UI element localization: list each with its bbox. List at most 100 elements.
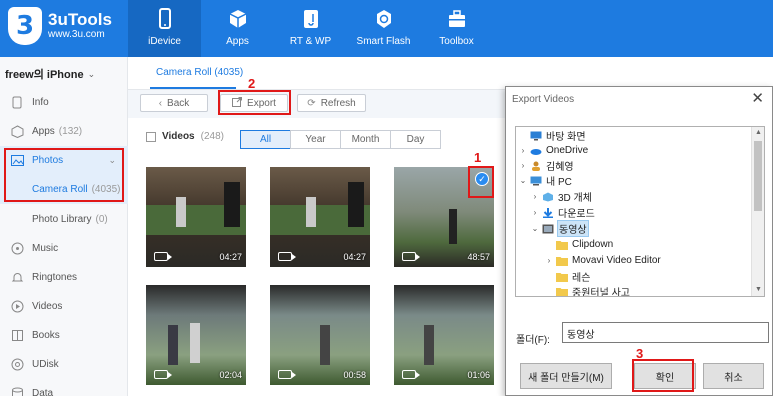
annotation-box-photos — [4, 148, 124, 202]
tree-item-label: OneDrive — [546, 145, 589, 156]
tree-item-downloads[interactable]: › 다운로드 — [530, 205, 595, 220]
chevron-down-icon: ⌄ — [87, 68, 96, 79]
sidebar-item-photo-library[interactable]: Photo Library (0) — [0, 205, 128, 233]
annotation-box-ok — [632, 359, 694, 392]
annotation-box-export — [218, 90, 291, 115]
cube-folder-icon — [543, 192, 553, 201]
nav-rt-wp-label: RT & WP — [289, 36, 332, 47]
folder-icon — [556, 272, 568, 282]
cloud-icon — [530, 148, 542, 155]
refresh-icon — [376, 10, 391, 28]
video-thumbnail[interactable]: 04:27 — [270, 167, 370, 267]
sidebar-item-info[interactable]: Info — [0, 88, 128, 116]
folder-tree: 바탕 화면 › OneDrive › 김혜영 ⌄ 내 PC › 3D 개체 › … — [515, 126, 765, 297]
nav-rt-wp[interactable]: RT & WP — [274, 0, 347, 57]
sidebar-item-label: Info — [32, 96, 49, 108]
video-thumbnail[interactable]: 00:58 — [270, 285, 370, 385]
sidebar-item-label: Photo Library — [32, 213, 92, 225]
sidebar-item-music[interactable]: Music — [0, 234, 128, 262]
new-folder-button[interactable]: 새 폴더 만들기(M) — [520, 363, 612, 389]
sidebar-item-ringtones[interactable]: Ringtones — [0, 263, 128, 291]
folder-name-input[interactable]: 동영상 — [562, 322, 769, 343]
segment-year[interactable]: Year — [290, 130, 341, 149]
nav-smart-flash-label: Smart Flash — [356, 36, 411, 47]
select-all-checkbox[interactable] — [146, 131, 156, 142]
tab-camera-roll[interactable]: Camera Roll (4035) — [156, 67, 243, 78]
tree-item-desktop[interactable]: 바탕 화면 — [518, 128, 586, 143]
sidebar-item-udisk[interactable]: UDisk — [0, 350, 128, 378]
tree-item-3d-objects[interactable]: › 3D 개체 — [530, 189, 592, 204]
segment-day[interactable]: Day — [390, 130, 441, 149]
cancel-button[interactable]: 취소 — [703, 363, 764, 389]
video-duration: 00:58 — [343, 370, 366, 380]
data-icon — [10, 386, 24, 396]
scroll-down-icon[interactable]: ▼ — [752, 284, 764, 296]
tree-item-label: 3D 개체 — [558, 193, 592, 204]
pc-icon — [530, 176, 542, 185]
phone-icon — [158, 8, 171, 29]
download-icon — [543, 207, 553, 218]
sidebar-item-label: Music — [32, 242, 59, 254]
folder-label: 폴더(F): — [516, 335, 550, 346]
back-button[interactable]: ‹ Back — [140, 94, 208, 112]
chevron-right-icon[interactable]: › — [518, 146, 528, 155]
refresh-label: Refresh — [320, 97, 356, 109]
tree-item-label: Clipdown — [572, 239, 614, 250]
video-thumbnail[interactable]: 02:04 — [146, 285, 246, 385]
phone-icon — [10, 95, 24, 109]
tree-item-user[interactable]: › 김혜영 — [518, 158, 574, 173]
filter-label: Videos — [162, 131, 195, 142]
tree-scrollbar[interactable]: ▲ ▼ — [751, 127, 764, 296]
chevron-right-icon[interactable]: › — [544, 256, 554, 265]
refresh-button[interactable]: ⟳ Refresh — [297, 94, 366, 112]
tree-item-this-pc[interactable]: ⌄ 내 PC — [518, 173, 572, 188]
tree-item-movavi[interactable]: › Movavi Video Editor — [544, 253, 661, 268]
segment-all[interactable]: All — [240, 130, 291, 149]
scroll-up-icon[interactable]: ▲ — [752, 127, 764, 139]
sidebar-item-books[interactable]: Books — [0, 321, 128, 349]
desktop-icon — [530, 131, 542, 140]
nav-idevice-label: iDevice — [148, 36, 181, 47]
chevron-right-icon[interactable]: › — [530, 208, 540, 217]
bell-icon — [10, 270, 24, 284]
refresh-icon: ⟳ — [307, 97, 316, 109]
sidebar-item-label: UDisk — [32, 358, 59, 370]
video-icon — [278, 370, 296, 379]
close-icon[interactable]: ✕ — [751, 89, 764, 107]
sidebar-item-apps[interactable]: Apps (132) — [0, 117, 128, 145]
tree-item-tunnel[interactable]: 중원터널 사고 — [544, 284, 630, 296]
toolbox-icon — [448, 10, 465, 27]
sidebar-item-label: Videos — [32, 300, 63, 312]
tree-item-clipdown[interactable]: Clipdown — [544, 237, 613, 252]
sidebar-item-videos[interactable]: Videos — [0, 292, 128, 320]
sidebar-item-data[interactable]: Data — [0, 379, 128, 396]
tree-item-videos[interactable]: ⌄ 동영상 — [530, 220, 589, 237]
folder-icon — [556, 240, 568, 250]
chevron-down-icon[interactable]: ⌄ — [530, 224, 540, 233]
tree-item-onedrive[interactable]: › OneDrive — [518, 143, 589, 158]
scrollbar-thumb[interactable] — [754, 141, 762, 211]
tree-item-lesson[interactable]: 레슨 — [544, 269, 590, 284]
filter-row: Videos (248) — [146, 131, 224, 142]
nav-smart-flash[interactable]: Smart Flash — [347, 0, 420, 57]
chevron-right-icon[interactable]: › — [530, 192, 540, 201]
app-url: www.3u.com — [48, 29, 105, 40]
nav-apps[interactable]: Apps — [201, 0, 274, 57]
chevron-right-icon[interactable]: › — [518, 161, 528, 170]
nav-idevice[interactable]: iDevice — [128, 0, 201, 57]
annotation-box-check — [468, 166, 494, 198]
video-duration: 04:27 — [343, 252, 366, 262]
video-icon — [402, 252, 420, 261]
annotation-number-2: 2 — [248, 76, 256, 91]
logo-mark: 3 — [8, 7, 42, 45]
video-duration: 01:06 — [467, 370, 490, 380]
video-duration: 48:57 — [467, 252, 490, 262]
device-selector[interactable]: freew의 iPhone ⌄ — [5, 66, 95, 82]
nav-toolbox[interactable]: Toolbox — [420, 0, 493, 57]
segment-month[interactable]: Month — [340, 130, 391, 149]
video-thumbnail[interactable]: 04:27 — [146, 167, 246, 267]
annotation-number-1: 1 — [474, 150, 482, 165]
chevron-down-icon[interactable]: ⌄ — [518, 176, 528, 185]
sidebar-item-label: Data — [32, 387, 54, 396]
video-thumbnail[interactable]: 01:06 — [394, 285, 494, 385]
